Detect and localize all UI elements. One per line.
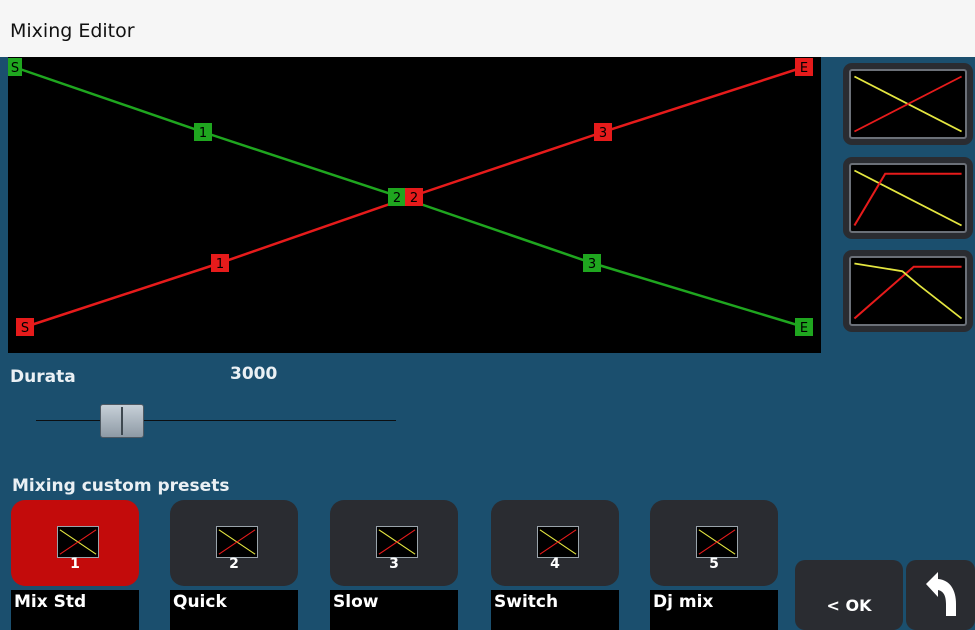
title-bar: Mixing Editor xyxy=(0,0,975,57)
red-handle-s[interactable]: S xyxy=(16,318,34,336)
green-handle-2[interactable]: 2 xyxy=(388,188,405,206)
preset-4-button[interactable]: 4 xyxy=(491,500,619,586)
green-handle-1[interactable]: 1 xyxy=(194,123,212,141)
red-handle-3[interactable]: 3 xyxy=(594,123,612,141)
svg-text:3: 3 xyxy=(599,126,607,141)
preset-2-button[interactable]: 2 xyxy=(170,500,298,586)
preset-5-button[interactable]: 5 xyxy=(650,500,778,586)
svg-text:1: 1 xyxy=(216,257,224,272)
preset-3: 3 Slow xyxy=(330,500,458,630)
preset-crossfade-icon xyxy=(376,526,418,558)
svg-text:1: 1 xyxy=(199,126,207,141)
svg-text:S: S xyxy=(11,61,19,76)
preset-3-button[interactable]: 3 xyxy=(330,500,458,586)
preset-number: 1 xyxy=(70,556,80,572)
preset-number: 2 xyxy=(229,556,239,572)
curve-preset-crossfade-linear-button[interactable] xyxy=(843,63,973,145)
mixing-curve-graph[interactable]: S 1 2 3 E S 1 2 3 E xyxy=(8,57,821,353)
preset-name-field[interactable]: Mix Std xyxy=(11,590,139,630)
preset-crossfade-icon xyxy=(696,526,738,558)
red-handle-1[interactable]: 1 xyxy=(211,254,229,272)
preset-5: 5 Dj mix xyxy=(650,500,778,630)
preset-number: 4 xyxy=(550,556,560,572)
preset-name-field[interactable]: Switch xyxy=(491,590,619,630)
preset-crossfade-icon xyxy=(57,526,99,558)
presets-section-label: Mixing custom presets xyxy=(12,476,230,496)
preset-number: 3 xyxy=(389,556,399,572)
svg-text:S: S xyxy=(21,321,29,336)
svg-text:3: 3 xyxy=(588,257,596,272)
duration-value: 3000 xyxy=(230,364,278,384)
preset-name-field[interactable]: Slow xyxy=(330,590,458,630)
svg-text:2: 2 xyxy=(410,191,418,206)
preset-number: 5 xyxy=(709,556,719,572)
red-handle-e[interactable]: E xyxy=(795,58,813,76)
back-button[interactable] xyxy=(906,560,975,630)
red-handle-2[interactable]: 2 xyxy=(405,188,423,206)
preset-crossfade-icon xyxy=(537,526,579,558)
svg-text:E: E xyxy=(800,321,808,336)
preset-1-button[interactable]: 1 xyxy=(11,500,139,586)
duration-slider[interactable] xyxy=(36,400,396,440)
green-handle-3[interactable]: 3 xyxy=(583,254,601,272)
curve-preset-crossfade-custom-button[interactable] xyxy=(843,250,973,332)
preset-name-field[interactable]: Dj mix xyxy=(650,590,778,630)
duration-label: Durata xyxy=(10,367,76,387)
preset-crossfade-icon xyxy=(216,526,258,558)
green-handle-s[interactable]: S xyxy=(8,58,22,76)
svg-text:2: 2 xyxy=(393,191,401,206)
ok-button[interactable]: < OK xyxy=(795,560,903,630)
curve-preset-crossfade-fast-in-button[interactable] xyxy=(843,157,973,239)
preset-2: 2 Quick xyxy=(170,500,298,630)
preset-1: 1 Mix Std xyxy=(11,500,139,630)
preset-4: 4 Switch xyxy=(491,500,619,630)
duration-slider-track[interactable] xyxy=(36,420,396,421)
green-handle-e[interactable]: E xyxy=(795,318,813,336)
preset-name-field[interactable]: Quick xyxy=(170,590,298,630)
window-title: Mixing Editor xyxy=(10,20,135,42)
svg-text:E: E xyxy=(800,61,808,76)
curved-back-arrow-icon xyxy=(926,572,956,616)
duration-slider-thumb[interactable] xyxy=(100,404,144,438)
